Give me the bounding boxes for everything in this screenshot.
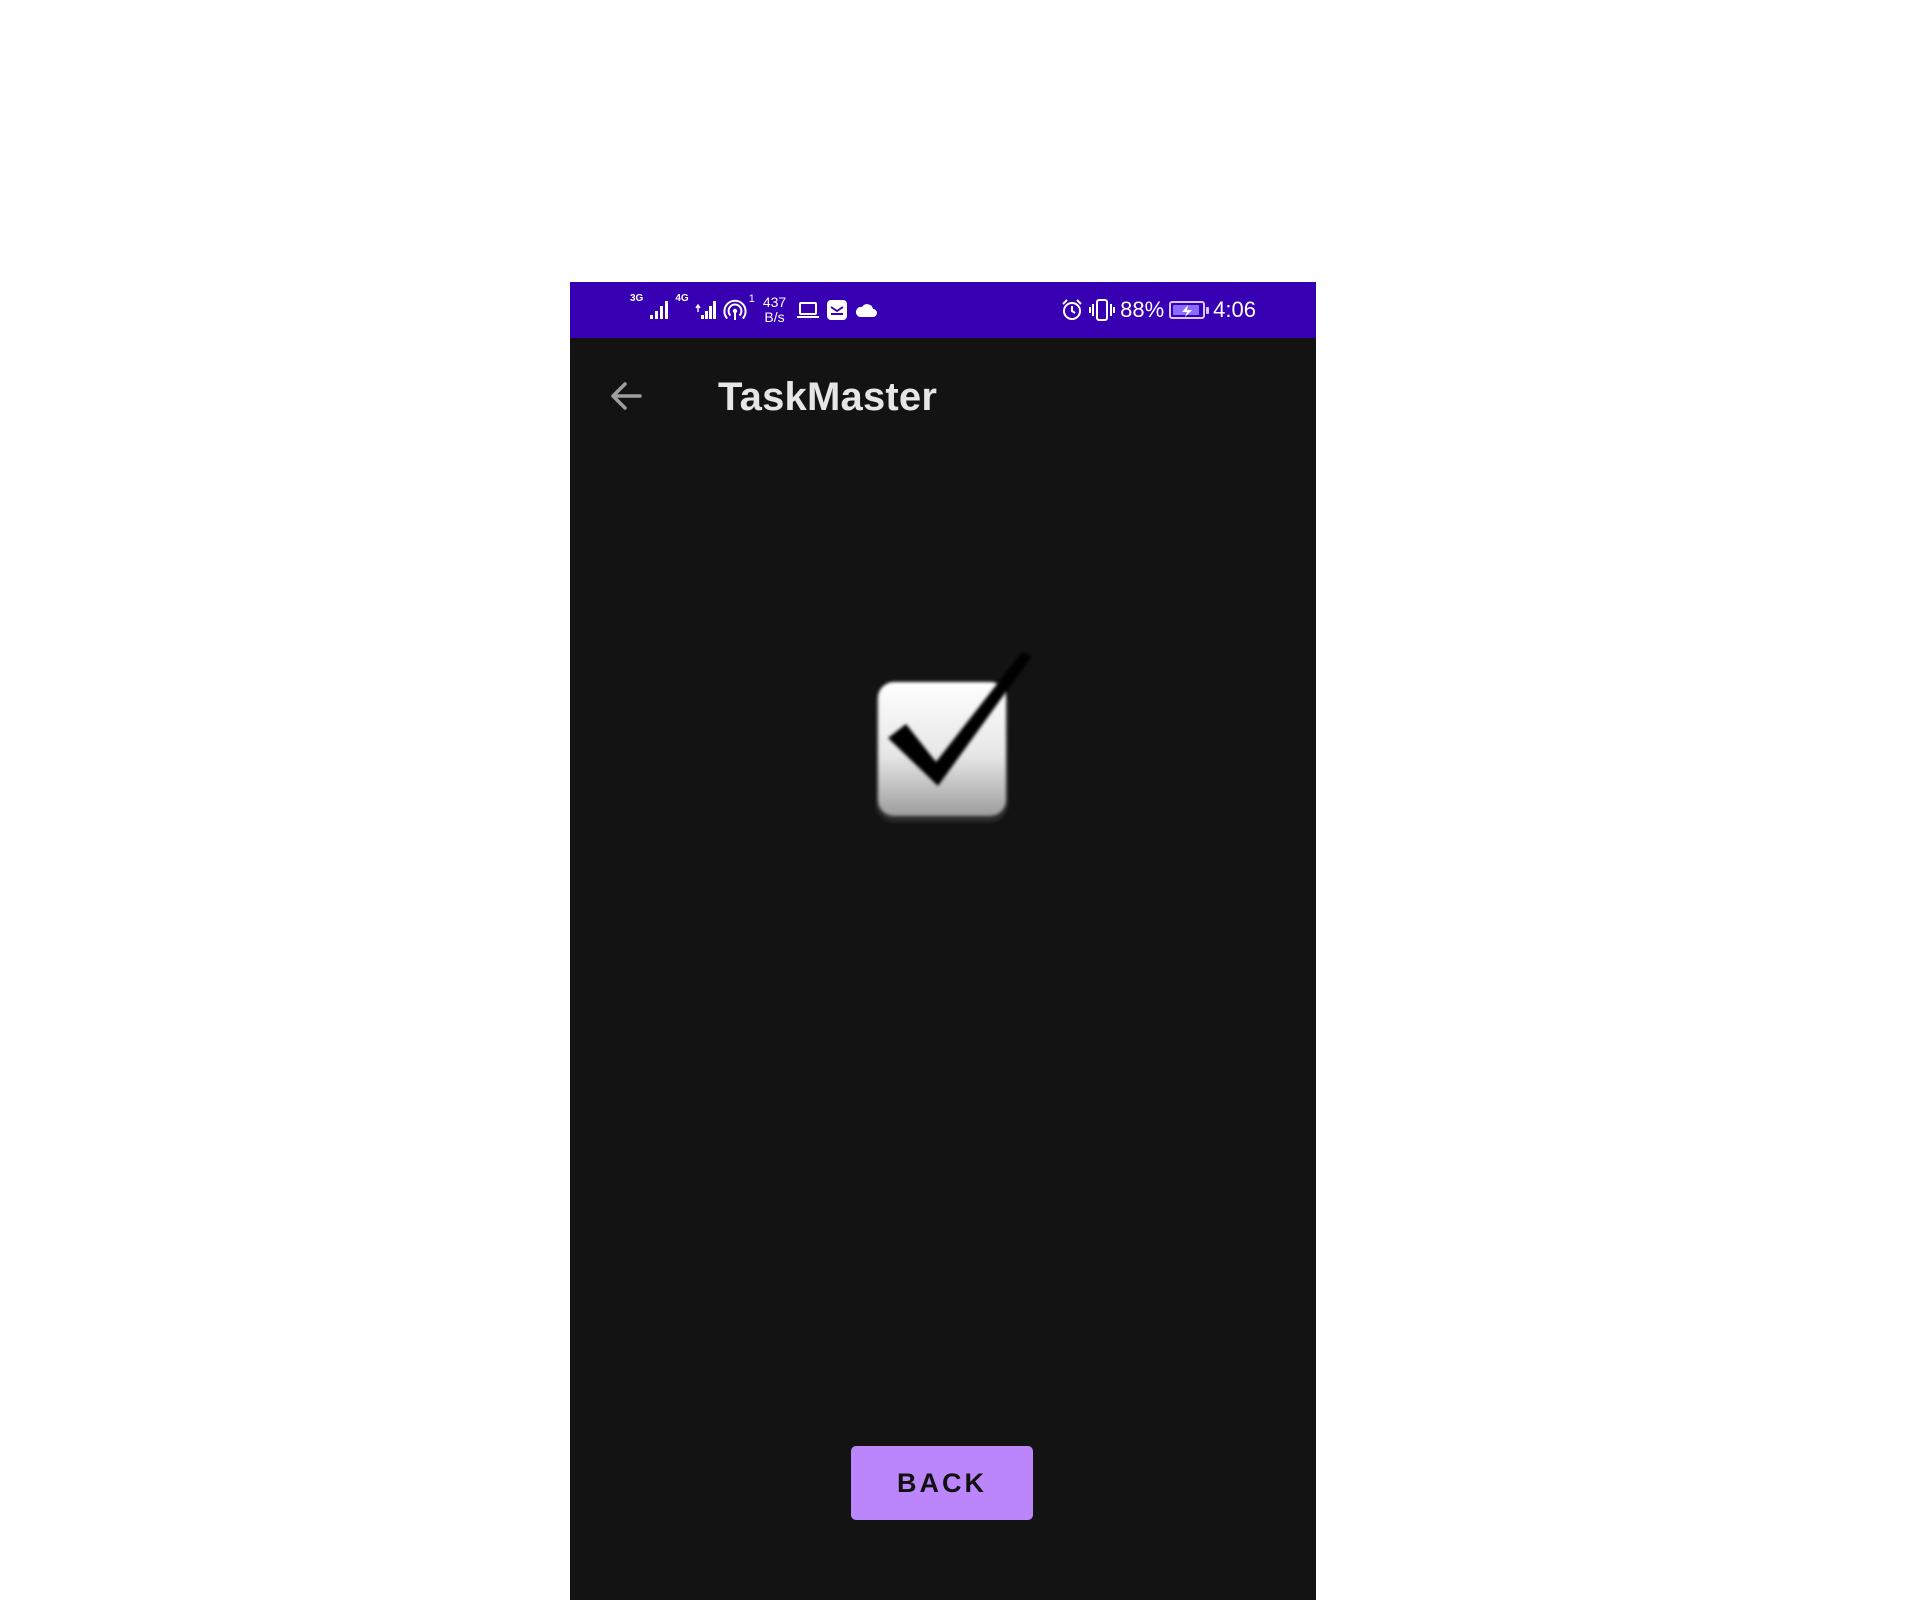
cloud-icon: [854, 301, 878, 319]
battery-icon: [1169, 301, 1210, 322]
signal-icon: [649, 300, 669, 320]
alarm-icon: [1060, 298, 1084, 322]
app-bar: TaskMaster: [570, 338, 1316, 458]
hotspot-count: 1: [748, 293, 755, 305]
speed-unit: B/s: [764, 309, 785, 325]
phone-screen: 3G 4G 1 437 B/s 88% 4:06 TaskMaster BACK: [570, 282, 1316, 1600]
laptop-icon: [796, 300, 820, 320]
network-type-label: 4G: [675, 293, 689, 304]
network-speed: 437 B/s: [763, 295, 786, 325]
charging-bolt-icon: [1180, 304, 1194, 322]
page-title: TaskMaster: [718, 375, 938, 419]
clock: 4:06: [1213, 297, 1256, 322]
hotspot-icon: [723, 298, 747, 322]
arrow-left-icon[interactable]: [606, 376, 646, 416]
battery-terminal: [1206, 307, 1210, 314]
status-bar: 3G 4G 1 437 B/s 88% 4:06: [570, 282, 1316, 338]
speed-value: 437: [762, 294, 787, 310]
mail-icon: [826, 299, 848, 321]
signal-icon: [695, 300, 717, 320]
vibrate-icon: [1089, 298, 1116, 322]
status-left-group: 3G 4G 1 437 B/s: [630, 290, 878, 330]
battery-percent: 88%: [1120, 297, 1165, 322]
checked-checkbox-icon: [866, 650, 1036, 830]
status-right-group: 88% 4:06: [1060, 290, 1256, 330]
back-button[interactable]: BACK: [851, 1446, 1033, 1520]
network-type-label: 3G: [630, 293, 644, 304]
